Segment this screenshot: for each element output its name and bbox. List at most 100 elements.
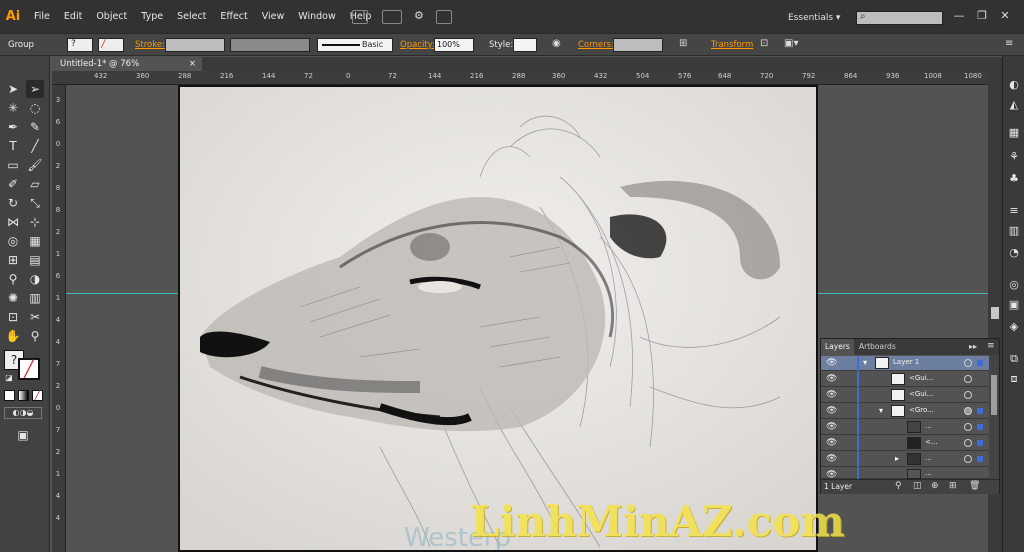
menu-object[interactable]: Object	[96, 11, 127, 22]
menu-window[interactable]: Window	[298, 11, 335, 22]
visibility-eye-icon[interactable]: 👁	[826, 423, 837, 432]
type-tool-icon[interactable]: T	[4, 137, 22, 155]
menu-select[interactable]: Select	[177, 11, 206, 22]
paintbrush-tool-icon[interactable]: 🖌	[26, 156, 44, 174]
layers-scrollbar-thumb[interactable]	[991, 375, 997, 415]
menu-effect[interactable]: Effect	[220, 11, 247, 22]
visibility-eye-icon[interactable]: 👁	[826, 391, 837, 400]
artboard-tool-icon[interactable]: ⊡	[4, 308, 22, 326]
artboard[interactable]: Westerp	[178, 85, 818, 552]
corners-label[interactable]: Corners:	[578, 40, 614, 50]
corners-input[interactable]	[613, 38, 663, 52]
selection-indicator[interactable]	[977, 424, 983, 430]
draw-modes-icon[interactable]: ◐◑◒	[4, 407, 42, 419]
target-circle-icon[interactable]	[964, 407, 972, 415]
layer-row[interactable]: 👁 ...	[821, 468, 989, 480]
rotate-tool-icon[interactable]: ↻	[4, 194, 22, 212]
eraser-tool-icon[interactable]: ▱	[26, 175, 44, 193]
target-circle-icon[interactable]	[964, 439, 972, 447]
vertical-ruler[interactable]: 3 6 0 2 8 8 2 1 6 1 4 4 7 2 0 7 2 1 4 4	[52, 85, 66, 552]
make-clipping-mask-icon[interactable]: ◫	[913, 481, 922, 491]
restore-button[interactable]: ❐	[975, 9, 989, 23]
collapse-arrow-icon[interactable]: ▸	[895, 454, 899, 463]
opacity-input[interactable]: 100%	[434, 38, 474, 52]
visibility-eye-icon[interactable]: 👁	[826, 359, 837, 368]
visibility-eye-icon[interactable]: 👁	[826, 407, 837, 416]
close-button[interactable]: ✕	[998, 9, 1012, 23]
recolor-artwork-icon[interactable]: ◉	[552, 38, 561, 49]
fill-swatch[interactable]: ?	[67, 38, 93, 52]
gradient-panel-icon[interactable]: ▥	[1007, 224, 1021, 238]
target-circle-icon[interactable]	[964, 423, 972, 431]
pencil-tool-icon[interactable]: ✐	[4, 175, 22, 193]
delete-layer-icon[interactable]: 🗑	[969, 481, 980, 491]
target-circle-icon[interactable]	[964, 391, 972, 399]
menu-edit[interactable]: Edit	[64, 11, 82, 22]
layer-row[interactable]: 👁 ▸ ...	[821, 452, 989, 467]
transform-link[interactable]: Transform	[711, 40, 753, 50]
menu-file[interactable]: File	[34, 11, 50, 22]
stroke-label[interactable]: Stroke:	[135, 40, 165, 50]
target-circle-icon[interactable]	[964, 375, 972, 383]
layer-row[interactable]: 👁 ▾ <Gro...	[821, 404, 989, 419]
layer-row[interactable]: 👁 ...	[821, 420, 989, 435]
gradient-mode-icon[interactable]	[18, 390, 29, 401]
color-panel-icon[interactable]: ◐	[1007, 78, 1021, 92]
layers-scrollbar[interactable]	[989, 355, 999, 479]
close-tab-icon[interactable]: ×	[189, 57, 196, 71]
layer-row[interactable]: 👁 <Gui...	[821, 372, 989, 387]
workspace-switcher[interactable]: Essentials ▾	[788, 13, 840, 23]
blend-tool-icon[interactable]: ◑	[26, 270, 44, 288]
graphic-style-swatch[interactable]	[513, 38, 537, 52]
document-tab[interactable]: Untitled-1* @ 76% (CMYK/Preview) ×	[52, 57, 202, 83]
locate-object-icon[interactable]: ⚲	[895, 481, 902, 491]
color-mode-icon[interactable]	[4, 390, 15, 401]
slice-tool-icon[interactable]: ✂	[26, 308, 44, 326]
expand-arrow-icon[interactable]: ▾	[879, 406, 883, 415]
horizontal-ruler[interactable]: 432 360 288 216 144 72 0 72 144 216 288 …	[52, 71, 988, 85]
free-transform-tool-icon[interactable]: ⊹	[26, 213, 44, 231]
rectangle-tool-icon[interactable]: ▭	[4, 156, 22, 174]
pen-tool-icon[interactable]: ✒	[4, 118, 22, 136]
none-mode-icon[interactable]: ╱	[32, 390, 43, 401]
lion-sketch-image[interactable]	[180, 87, 818, 552]
lasso-tool-icon[interactable]: ◌	[26, 99, 44, 117]
tab-artboards[interactable]: Artboards	[855, 339, 900, 355]
column-graph-tool-icon[interactable]: ▥	[26, 289, 44, 307]
help-search-input[interactable]: ⌕	[856, 11, 943, 25]
appearance-panel-icon[interactable]: ◎	[1007, 278, 1021, 292]
layers-menu-icon[interactable]: ≡	[987, 341, 995, 351]
curvature-tool-icon[interactable]: ✎	[26, 118, 44, 136]
stroke-color-icon[interactable]: ╱	[18, 358, 40, 380]
menu-view[interactable]: View	[262, 11, 285, 22]
brush-definition[interactable]: Basic	[317, 38, 393, 52]
new-layer-icon[interactable]: ⊞	[949, 481, 957, 491]
scrollbar-thumb[interactable]	[991, 307, 999, 319]
isolate-object-icon[interactable]: ⊡	[760, 38, 768, 49]
collapse-panel-icon[interactable]: ▸▸	[969, 342, 977, 351]
visibility-eye-icon[interactable]: 👁	[826, 471, 837, 480]
asset-export-panel-icon[interactable]: ⧈	[1007, 372, 1021, 386]
new-sublayer-icon[interactable]: ⊕	[931, 481, 939, 491]
isolate-group-icon[interactable]: ▣▾	[784, 38, 798, 49]
brushes-panel-icon[interactable]: ⚘	[1007, 150, 1021, 164]
default-colors-icon[interactable]: ◪	[4, 373, 14, 383]
variable-width-profile[interactable]	[230, 38, 310, 52]
selection-indicator[interactable]	[977, 408, 983, 414]
selection-indicator[interactable]	[977, 440, 983, 446]
layer-row[interactable]: 👁 ▾ Layer 1	[821, 356, 989, 371]
color-guide-panel-icon[interactable]: ◭	[1007, 98, 1021, 112]
symbols-panel-icon[interactable]: ♣	[1007, 172, 1021, 186]
gradient-tool-icon[interactable]: ▤	[26, 251, 44, 269]
selection-indicator[interactable]	[977, 360, 983, 366]
perspective-grid-tool-icon[interactable]: ▦	[26, 232, 44, 250]
visibility-eye-icon[interactable]: 👁	[826, 455, 837, 464]
bridge-icon[interactable]	[352, 10, 368, 24]
target-circle-icon[interactable]	[964, 455, 972, 463]
tab-layers[interactable]: Layers	[821, 339, 854, 355]
layer-row[interactable]: 👁 <Gui...	[821, 388, 989, 403]
menu-type[interactable]: Type	[141, 11, 163, 22]
graphic-styles-panel-icon[interactable]: ▣	[1007, 298, 1021, 312]
stroke-swatch[interactable]: ╱	[98, 38, 124, 52]
sync-settings-icon[interactable]	[436, 10, 452, 24]
